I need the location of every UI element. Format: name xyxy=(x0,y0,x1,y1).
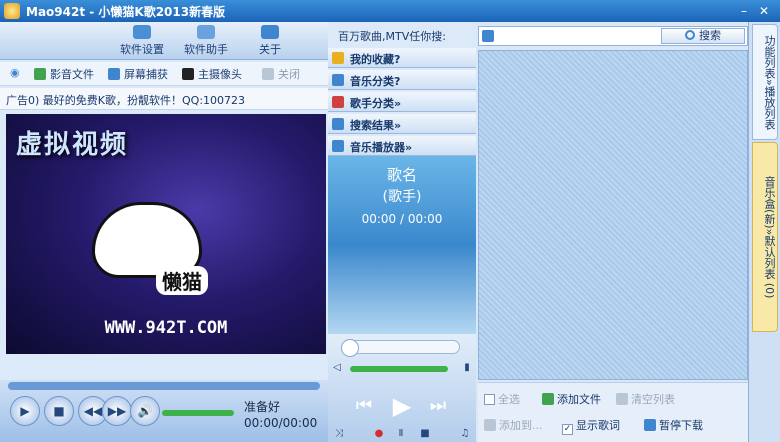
shuffle-icon[interactable]: ⤨ xyxy=(332,428,346,440)
close-button[interactable]: ✕ xyxy=(756,3,772,19)
stop-icon[interactable]: ■ xyxy=(418,428,432,440)
close-icon xyxy=(262,68,274,80)
record-icon[interactable]: ● xyxy=(372,428,386,440)
player-controls: ▶ ■ ◀◀ ▶▶ 🔊 准备好 00:00/00:00 xyxy=(0,380,328,442)
volume-slider[interactable] xyxy=(162,410,234,416)
list-controls: 全选 添加文件 清空列表 添加到... ✓ 显示歌词 暂停下载 xyxy=(478,382,748,442)
media-file-icon xyxy=(34,68,46,80)
speaker-icon: ◁ xyxy=(333,362,341,373)
helper-icon xyxy=(197,25,215,39)
ad-bar[interactable]: 广告0) 最好的免费K歌，扮靓软件！QQ:100723 xyxy=(0,88,328,110)
music-category-icon xyxy=(332,74,344,86)
progress-slider[interactable] xyxy=(341,339,460,357)
music-volume-slider[interactable] xyxy=(350,366,448,372)
play-track-button[interactable]: ▶ xyxy=(388,392,416,420)
minimize-button[interactable]: – xyxy=(736,3,752,19)
action-bar: ◉ 影音文件 屏幕捕获 主摄像头 关闭 xyxy=(0,62,328,86)
search-results-icon xyxy=(332,118,344,130)
select-all-checkbox[interactable]: 全选 xyxy=(484,391,520,407)
camera-button[interactable]: 主摄像头 xyxy=(182,66,242,82)
player-time: 00:00/00:00 xyxy=(244,416,318,430)
tab-function-list[interactable]: 功能列表»播放列表 xyxy=(752,24,778,140)
show-lyrics-checkbox[interactable]: ✓ 显示歌词 xyxy=(562,417,620,435)
add-to-button[interactable]: 添加到... xyxy=(484,417,543,433)
menu-search-results[interactable]: 搜索结果» xyxy=(328,114,476,134)
menu-music-player[interactable]: 音乐播放器» xyxy=(328,136,476,156)
search-box: 搜索 xyxy=(478,26,748,46)
singer-category-icon xyxy=(332,96,344,108)
stop-button[interactable]: ■ xyxy=(44,396,74,426)
play-button[interactable]: ▶ xyxy=(10,396,40,426)
app-icon xyxy=(4,3,20,19)
menu-music-category[interactable]: 音乐分类? xyxy=(328,70,476,90)
settings-label: 软件设置 xyxy=(120,43,164,56)
left-panel: 软件设置 软件助手 关于 ◉ 影音文件 屏幕捕获 主摄像头 关闭 广告0) 最好… xyxy=(0,22,328,442)
video-preview: 虚拟视频 懒猫 WWW.942T.COM xyxy=(6,114,326,354)
favorites-icon xyxy=(332,52,344,64)
arrow-right-icon xyxy=(484,419,496,431)
media-file-button[interactable]: 影音文件 xyxy=(34,66,94,82)
search-button[interactable]: 搜索 xyxy=(661,28,745,44)
window-title: Mao942t - 小懒猫K歌2013新春版 xyxy=(26,5,226,19)
trash-icon xyxy=(616,393,628,405)
search-icon xyxy=(685,30,695,40)
settings-button[interactable]: 软件设置 xyxy=(114,25,170,57)
slider-knob[interactable] xyxy=(341,339,359,357)
logo-text: 懒猫 xyxy=(156,266,208,295)
next-track-button[interactable]: ⏭ xyxy=(424,392,452,420)
tab-music-box[interactable]: 音乐盒(新)»默认列表 (0) xyxy=(752,142,778,332)
screen-capture-button[interactable]: 屏幕捕获 xyxy=(108,66,168,82)
pause-download-button[interactable]: 暂停下载 xyxy=(644,417,703,433)
equalizer-icon[interactable]: ▮ xyxy=(460,362,474,374)
helper-button[interactable]: 软件助手 xyxy=(178,25,234,57)
song-artist: (歌手) xyxy=(382,189,422,205)
music-player-controls: ◁ ▮ ⏮ ▶ ⏭ ⤨ ● Ⅱ ■ ♫ xyxy=(328,334,476,442)
helper-label: 软件助手 xyxy=(184,43,228,56)
about-icon xyxy=(261,25,279,39)
now-playing-panel: 歌名 (歌手) 00:00 / 00:00 xyxy=(328,156,476,334)
right-panel: 搜索 全选 添加文件 清空列表 添加到... ✓ 显示歌词 暂停下载 xyxy=(476,22,748,442)
close-camera-button[interactable]: 关闭 xyxy=(262,66,300,82)
search-prompt: 百万歌曲,MTV任你搜: xyxy=(338,30,446,43)
screen-capture-icon xyxy=(108,68,120,80)
pause-icon[interactable]: Ⅱ xyxy=(394,428,408,440)
video-url: WWW.942T.COM xyxy=(104,318,228,338)
next-button[interactable]: ▶▶ xyxy=(102,396,132,426)
about-button[interactable]: 关于 xyxy=(242,25,298,57)
search-field-icon xyxy=(482,30,494,42)
download-icon xyxy=(644,419,656,431)
video-watermark: 虚拟视频 xyxy=(16,130,129,160)
about-label: 关于 xyxy=(259,43,281,56)
vertical-tabs: 功能列表»播放列表 音乐盒(新)»默认列表 (0) xyxy=(748,22,780,442)
volume-button[interactable]: 🔊 xyxy=(130,396,160,426)
main-toolbar: 软件设置 软件助手 关于 xyxy=(0,22,328,60)
settings-icon xyxy=(133,25,151,39)
seek-bar[interactable] xyxy=(8,382,320,390)
clear-list-button[interactable]: 清空列表 xyxy=(616,391,675,407)
menu-favorites[interactable]: 我的收藏? xyxy=(328,48,476,68)
title-bar: Mao942t - 小懒猫K歌2013新春版 – ✕ xyxy=(0,0,780,22)
song-time: 00:00 / 00:00 xyxy=(361,212,443,226)
add-icon xyxy=(542,393,554,405)
prev-track-button[interactable]: ⏮ xyxy=(350,392,378,420)
ad-text[interactable]: 广告0) 最好的免费K歌，扮靓软件！QQ:100723 xyxy=(6,92,245,108)
song-name: 歌名 xyxy=(386,166,417,184)
menu-singer-category[interactable]: 歌手分类» xyxy=(328,92,476,112)
middle-column: 百万歌曲,MTV任你搜: 我的收藏? 音乐分类? 歌手分类» 搜索结果» 音乐播… xyxy=(328,22,476,442)
music-player-icon xyxy=(332,140,344,152)
camera-icon xyxy=(182,68,194,80)
search-input[interactable] xyxy=(497,28,657,44)
headphones-icon[interactable]: ♫ xyxy=(458,428,472,440)
player-status: 准备好 xyxy=(244,400,281,414)
disc-icon[interactable]: ◉ xyxy=(10,66,20,79)
song-list[interactable] xyxy=(478,50,748,380)
add-file-button[interactable]: 添加文件 xyxy=(542,391,601,407)
